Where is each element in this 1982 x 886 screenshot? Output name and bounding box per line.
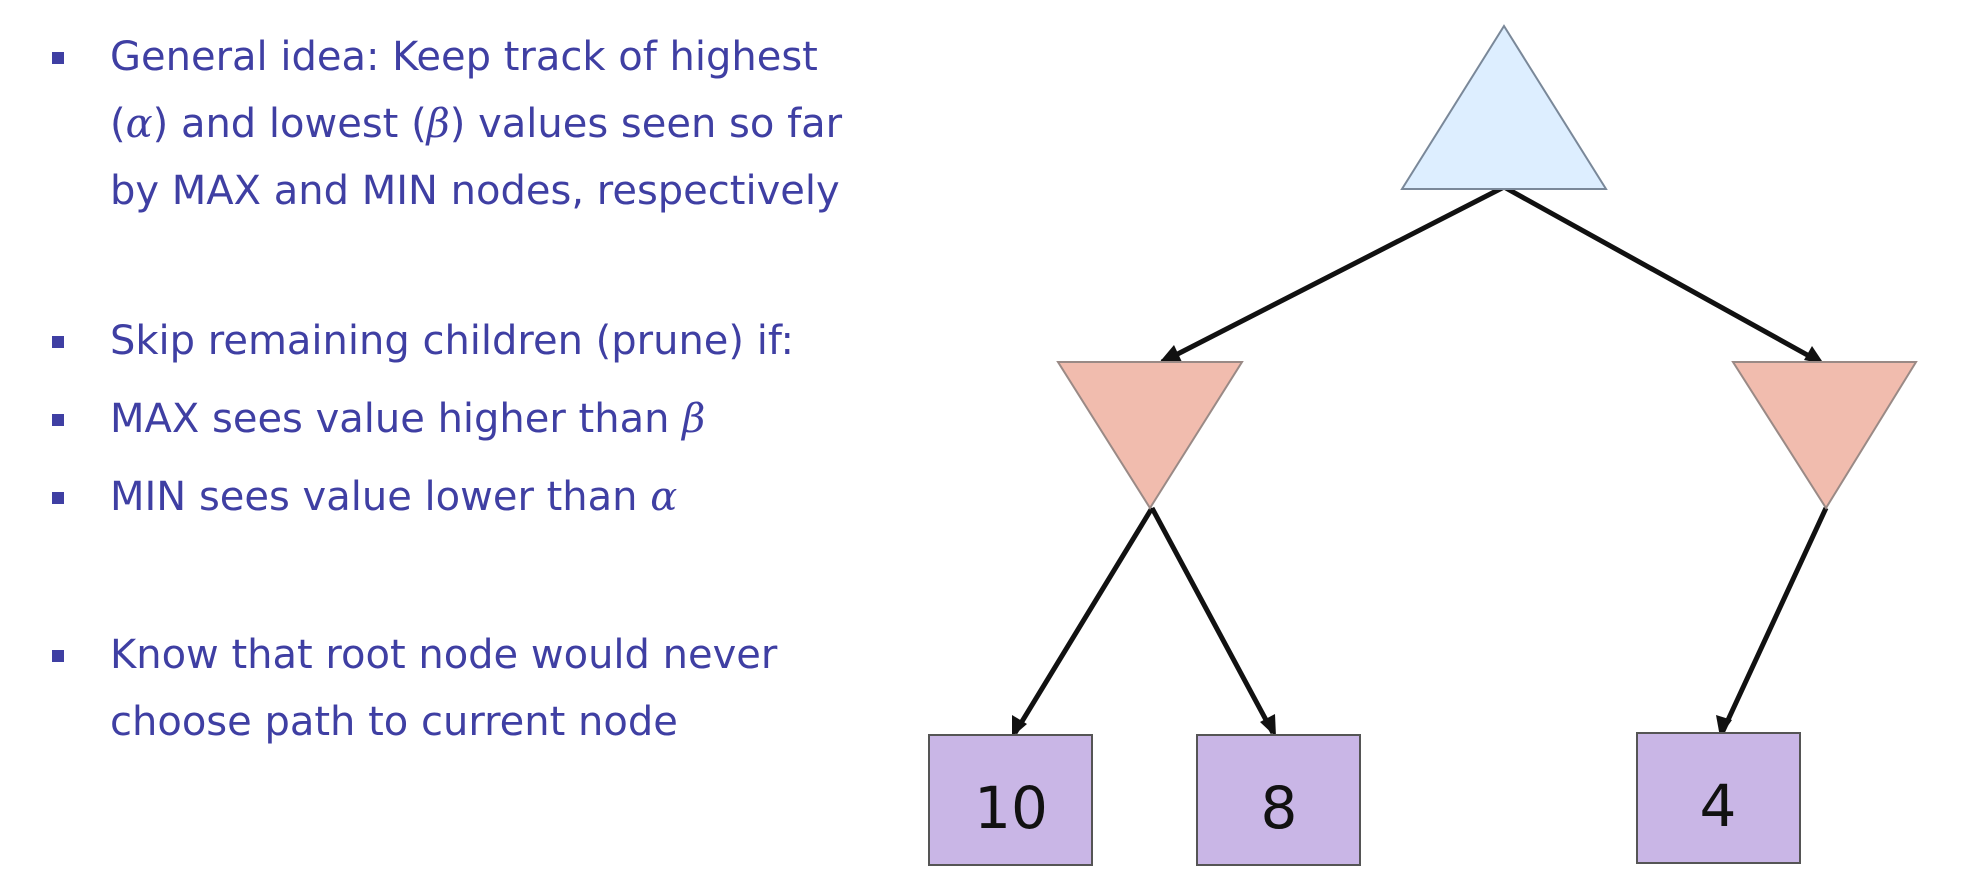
max-node-root <box>1400 24 1608 190</box>
edge-root-to-min-right <box>1502 184 1822 365</box>
leaf-value-8: 8 <box>1261 774 1298 842</box>
edge-min-left-to-leaf-10 <box>1012 506 1155 735</box>
leaf-value-10: 10 <box>974 774 1048 842</box>
edge-root-to-min-left <box>1160 184 1506 365</box>
minimax-tree-diagram: 10 8 4 <box>928 24 1918 866</box>
min-node-left <box>1056 361 1244 510</box>
leaf-value-4: 4 <box>1700 772 1737 840</box>
min-node-right <box>1731 361 1918 510</box>
edge-min-right-to-leaf-4 <box>1719 506 1829 735</box>
edge-min-left-to-leaf-8 <box>1149 506 1276 735</box>
